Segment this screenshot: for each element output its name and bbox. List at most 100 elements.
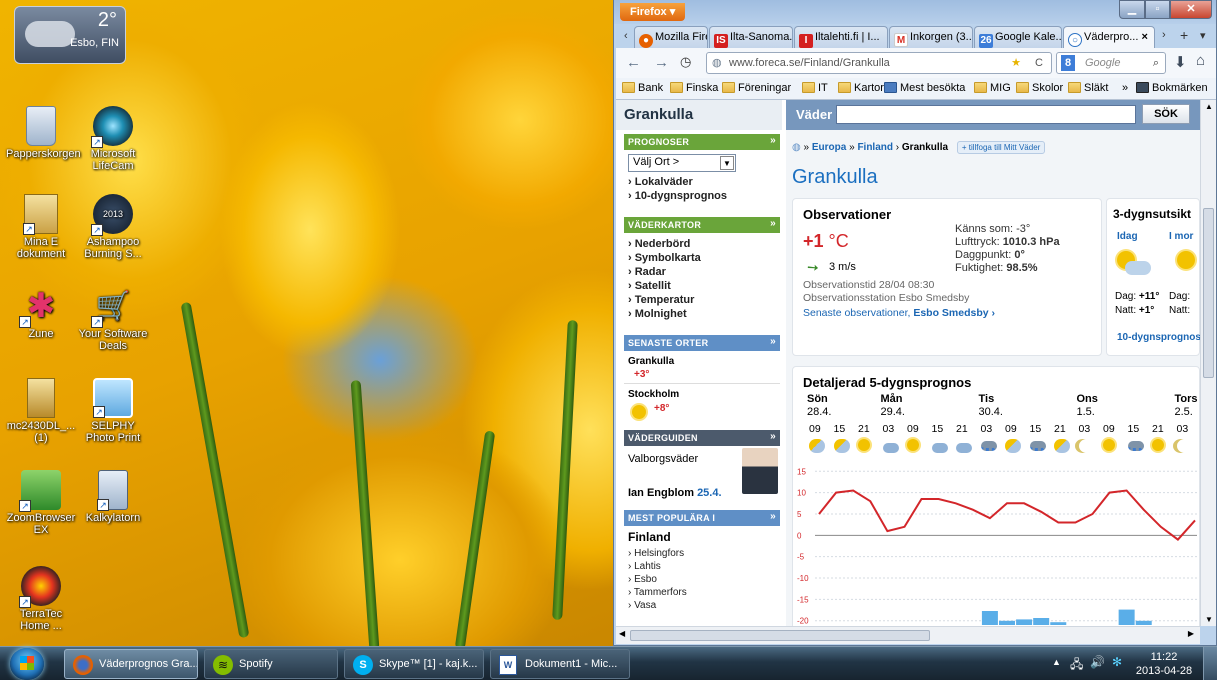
section-mest-populara[interactable]: MEST POPULÄRA I»	[624, 510, 780, 526]
volume-icon[interactable]: 🔊	[1090, 655, 1105, 669]
url-bar[interactable]: ◍ www.foreca.se/Finland/Grankulla ★ C	[706, 52, 1052, 74]
latest-observations-link[interactable]: Senaste observationer, Esbo Smedsby ›	[803, 307, 995, 319]
folder-icon	[974, 82, 987, 93]
taskbar-item-word[interactable]: W Dokument1 - Mic...	[490, 649, 630, 679]
new-tab-icon[interactable]: +	[1180, 27, 1188, 43]
tab-close-icon[interactable]: ×	[1141, 31, 1147, 43]
desktop-icon-software-deals[interactable]: 🛒 ↗ Your Software Deals	[78, 286, 148, 352]
desktop-icon-terratec[interactable]: ↗ TerraTec Home ...	[6, 566, 76, 632]
tab-gmail[interactable]: M Inkorgen (3...	[889, 26, 973, 48]
guide-title[interactable]: Valborgsväder	[628, 453, 698, 465]
firefox-menu-button[interactable]: Firefox ▾	[620, 3, 686, 21]
link-molnighet[interactable]: › Molnighet	[628, 308, 687, 320]
start-button[interactable]	[10, 648, 44, 680]
bookmark-folder[interactable]: Skolor	[1016, 82, 1063, 94]
bookmark-folder[interactable]: Kartor	[838, 82, 884, 94]
guide-author[interactable]: Ian Engblom 25.4.	[628, 487, 722, 499]
tab-scroll-left-icon[interactable]: ‹	[624, 30, 628, 42]
link-radar[interactable]: › Radar	[628, 266, 666, 278]
desktop-icon-selphy[interactable]: ↗ SELPHY Photo Print	[78, 378, 148, 444]
section-senaste-orter[interactable]: SENASTE ORTER»	[624, 335, 780, 351]
bluetooth-icon[interactable]: ✻	[1112, 655, 1122, 669]
bookmark-folder[interactable]: MIG	[974, 82, 1011, 94]
minimize-button[interactable]: ▁	[1119, 0, 1145, 19]
bookmark-folder[interactable]: Släkt	[1068, 82, 1108, 94]
bookmark-folder[interactable]: Föreningar	[722, 82, 791, 94]
desktop-icon-documents[interactable]: ↗ Mina E dokument	[6, 194, 76, 260]
crumb-europa[interactable]: Europa	[812, 142, 846, 153]
desktop-icon-zoombrowser[interactable]: ↗ ZoomBrowser EX	[6, 470, 76, 536]
tab-iltasanomat[interactable]: IS Ilta-Sanoma...	[709, 26, 793, 48]
home-icon[interactable]: ⌂	[1196, 52, 1205, 69]
link-tammerfors[interactable]: › Tammerfors	[628, 587, 687, 598]
desktop-icon-calculator[interactable]: ↗ Kalkylatorn	[78, 470, 148, 524]
city-select[interactable]: Välj Ort > ▼	[628, 154, 736, 172]
desktop-icon-recycle-bin[interactable]: Papperskorgen	[6, 106, 81, 160]
desktop-icon-ashampoo[interactable]: 2013 ↗ Ashampoo Burning S...	[78, 194, 148, 260]
search-button[interactable]: SÖK	[1142, 104, 1190, 124]
link-symbolkarta[interactable]: › Symbolkarta	[628, 252, 701, 264]
back-icon[interactable]: ←	[626, 54, 641, 71]
tab-idag[interactable]: Idag	[1117, 231, 1138, 242]
show-desktop-button[interactable]	[1203, 647, 1217, 680]
maximize-button[interactable]: ▫	[1145, 0, 1170, 19]
close-button[interactable]: ✕	[1170, 0, 1212, 19]
taskbar-item-skype[interactable]: S Skype™ [1] - kaj.k...	[344, 649, 484, 679]
show-hidden-icons[interactable]: ▲	[1052, 657, 1061, 667]
recent-place-stockholm[interactable]: Stockholm +8°	[624, 387, 780, 423]
link-satellit[interactable]: › Satellit	[628, 280, 671, 292]
link-temperatur[interactable]: › Temperatur	[628, 294, 694, 306]
link-helsingfors[interactable]: › Helsingfors	[628, 548, 684, 559]
taskbar-item-firefox[interactable]: Väderprognos Gra...	[64, 649, 198, 679]
tab-scroll-right-icon[interactable]: ›	[1162, 29, 1166, 41]
section-vaderguiden[interactable]: VÄDERGUIDEN»	[624, 430, 780, 446]
bookmarks-menu[interactable]: Bokmärken	[1136, 82, 1208, 94]
bookmark-folder[interactable]: Finska	[670, 82, 718, 94]
recent-place-grankulla[interactable]: Grankulla +3°	[624, 354, 780, 384]
desktop-icon-zune[interactable]: ✱ ↗ Zune	[6, 286, 76, 340]
link-nederbord[interactable]: › Nederbörd	[628, 238, 690, 250]
forward-icon[interactable]: →	[654, 54, 669, 71]
tab-vaderprognos[interactable]: ○ Väderpro... ×	[1063, 26, 1155, 48]
link-10-dygnsprognos[interactable]: › 10-dygnsprognos	[628, 190, 727, 202]
tab-i-morgon[interactable]: I mor	[1169, 231, 1193, 242]
clock[interactable]: 11:22 2013-04-28	[1134, 650, 1194, 678]
scrollbar-thumb[interactable]	[630, 630, 930, 641]
section-prognoser[interactable]: PROGNOSER»	[624, 134, 780, 150]
desktop-icon-lifecam[interactable]: ↗ Microsoft LifeCam	[78, 106, 148, 172]
bookmark-folder[interactable]: IT	[802, 82, 828, 94]
bookmark-folder[interactable]: Bank	[622, 82, 663, 94]
tab-mozilla[interactable]: ●Mozilla Firef...	[634, 26, 708, 48]
collapse-icon: »	[770, 135, 776, 146]
horizontal-scrollbar[interactable]: ◀ ▶	[616, 626, 1200, 644]
tab-google-calendar[interactable]: 26 Google Kale...	[974, 26, 1062, 48]
crumb-finland[interactable]: Finland	[857, 142, 893, 153]
vertical-scrollbar[interactable]: ▲ ▼	[1200, 100, 1216, 626]
link-vasa[interactable]: › Vasa	[628, 600, 656, 611]
ten-day-link[interactable]: 10-dygnsprognos	[1117, 332, 1200, 343]
tab-iltalehti[interactable]: I Iltalehti.fi | I...	[794, 26, 888, 48]
tab-list-icon[interactable]: ▾	[1200, 29, 1206, 42]
search-bar[interactable]: 8 Google ⌕	[1056, 52, 1166, 74]
desktop-icon-mc2430[interactable]: mc2430DL_... (1)	[6, 378, 76, 444]
link-lokalvader[interactable]: › Lokalväder	[628, 176, 693, 188]
search-icon[interactable]: ⌕	[1153, 53, 1159, 73]
scrollbar-thumb[interactable]	[1203, 208, 1214, 378]
place-search-input[interactable]	[836, 105, 1136, 124]
bookmarks-overflow[interactable]: »	[1122, 82, 1128, 94]
weather-gadget[interactable]: 2° Esbo, FIN	[14, 6, 126, 64]
add-to-my-weather-button[interactable]: + tillfoga till Mitt Väder	[956, 141, 1046, 154]
taskbar-item-spotify[interactable]: ≋ Spotify	[204, 649, 338, 679]
webcam-icon: ↗	[91, 106, 133, 148]
download-icon[interactable]: ⬇	[1174, 53, 1187, 71]
section-vaderkartor[interactable]: VÄDERKARTOR»	[624, 217, 780, 233]
bookmark-most-visited[interactable]: Mest besökta	[884, 82, 965, 94]
link-lahtis[interactable]: › Lahtis	[628, 561, 661, 572]
network-icon[interactable]: 🖧	[1070, 655, 1083, 676]
history-icon[interactable]: ◷	[680, 54, 691, 70]
reload-icon[interactable]: C	[1035, 53, 1043, 73]
bookmark-star-icon[interactable]: ★	[1011, 53, 1021, 73]
hour-label: 21	[956, 423, 968, 435]
link-esbo[interactable]: › Esbo	[628, 574, 657, 585]
cloud-icon	[25, 21, 75, 47]
